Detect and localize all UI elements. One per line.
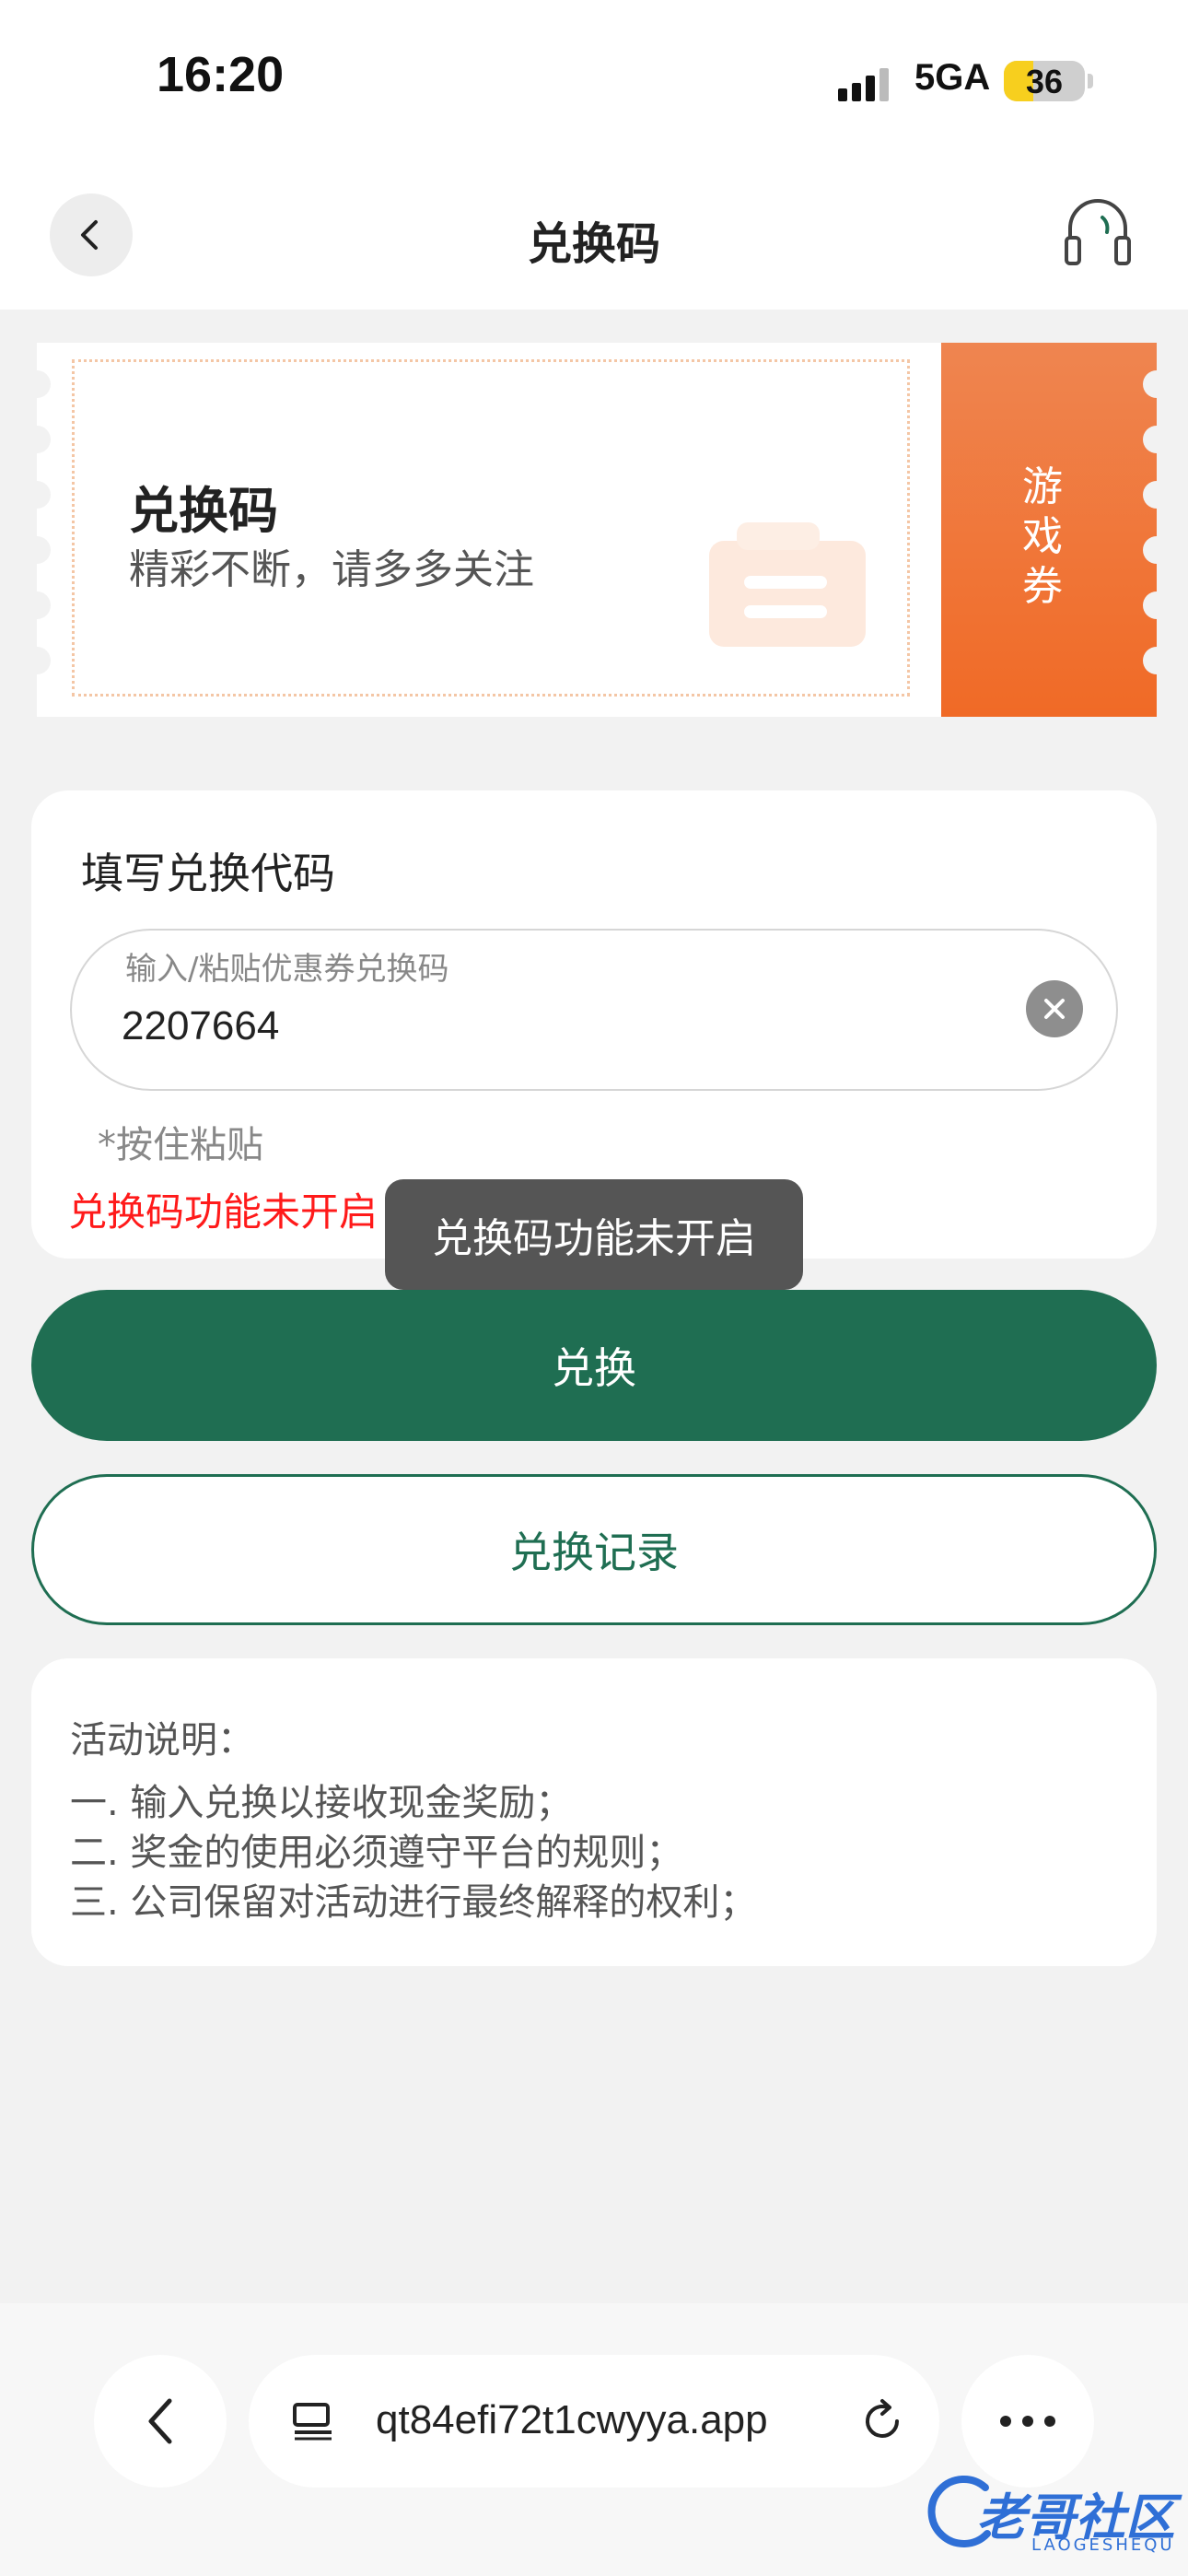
coupon-banner-side: 游戏券: [941, 343, 1157, 717]
more-icon: [1000, 2416, 1055, 2427]
close-icon: [1044, 999, 1065, 1019]
notch: [23, 647, 51, 674]
status-time: 16:20: [157, 47, 285, 102]
description-line: 一. 输入兑换以接收现金奖励；: [70, 1782, 573, 1824]
notch: [1143, 591, 1157, 619]
notch: [23, 591, 51, 619]
code-form-title: 填写兑换代码: [81, 849, 335, 898]
coupon-banner: 兑换码 精彩不断，请多多关注 游戏券: [23, 343, 1157, 717]
watermark-logo: 老哥社区 LAOGESHEQU: [921, 2469, 1179, 2561]
description-line: 三. 公司保留对活动进行最终解释的权利；: [70, 1881, 757, 1924]
more-button[interactable]: [961, 2355, 1094, 2488]
redeem-history-button[interactable]: 兑换记录: [31, 1474, 1157, 1625]
toast-message: 兑换码功能未开启: [385, 1179, 803, 1290]
notch: [23, 481, 51, 509]
notch: [23, 426, 51, 453]
address-bar[interactable]: qt84efi72t1cwyya.app: [249, 2355, 939, 2488]
url-text: qt84efi72t1cwyya.app: [376, 2397, 768, 2442]
redeem-button[interactable]: 兑换: [31, 1290, 1157, 1441]
notch: [1143, 370, 1157, 398]
notch: [1143, 536, 1157, 564]
ticket-icon: [709, 522, 866, 647]
paste-hint: *按住粘贴: [98, 1124, 263, 1166]
tabs-icon[interactable]: [291, 2401, 335, 2441]
notch: [1143, 426, 1157, 453]
chevron-left-icon: [148, 2398, 172, 2444]
battery-icon: 36: [1004, 61, 1085, 101]
activity-description-card: 活动说明： 一. 输入兑换以接收现金奖励； 二. 奖金的使用必须遵守平台的规则；…: [31, 1658, 1157, 1966]
banner-side-label: 游戏券: [1022, 463, 1063, 610]
battery-tip: [1088, 74, 1093, 88]
network-label: 5GA: [914, 57, 991, 98]
banner-title: 兑换码: [129, 482, 278, 540]
headset-icon[interactable]: [1061, 195, 1135, 269]
watermark-subtext: LAOGESHEQU: [1031, 2535, 1175, 2555]
notch: [23, 370, 51, 398]
notch: [1143, 647, 1157, 674]
code-input-box[interactable]: 输入/粘贴优惠券兑换码: [70, 929, 1118, 1091]
battery-level: 36: [1025, 63, 1064, 100]
error-message: 兑换码功能未开启: [68, 1189, 379, 1235]
clear-input-button[interactable]: [1026, 980, 1083, 1037]
banner-subtitle: 精彩不断，请多多关注: [129, 546, 534, 593]
code-input[interactable]: [120, 1002, 952, 1050]
notch: [1143, 481, 1157, 509]
reload-icon[interactable]: [858, 2397, 906, 2445]
code-input-label: 输入/粘贴优惠券兑换码: [125, 951, 449, 988]
page-title: 兑换码: [527, 218, 660, 270]
description-title: 活动说明：: [70, 1719, 254, 1762]
browser-back-button[interactable]: [94, 2355, 227, 2488]
signal-icon: [838, 64, 893, 101]
description-line: 二. 奖金的使用必须遵守平台的规则；: [70, 1832, 683, 1874]
coupon-banner-main: 兑换码 精彩不断，请多多关注: [23, 343, 941, 717]
notch: [23, 536, 51, 564]
